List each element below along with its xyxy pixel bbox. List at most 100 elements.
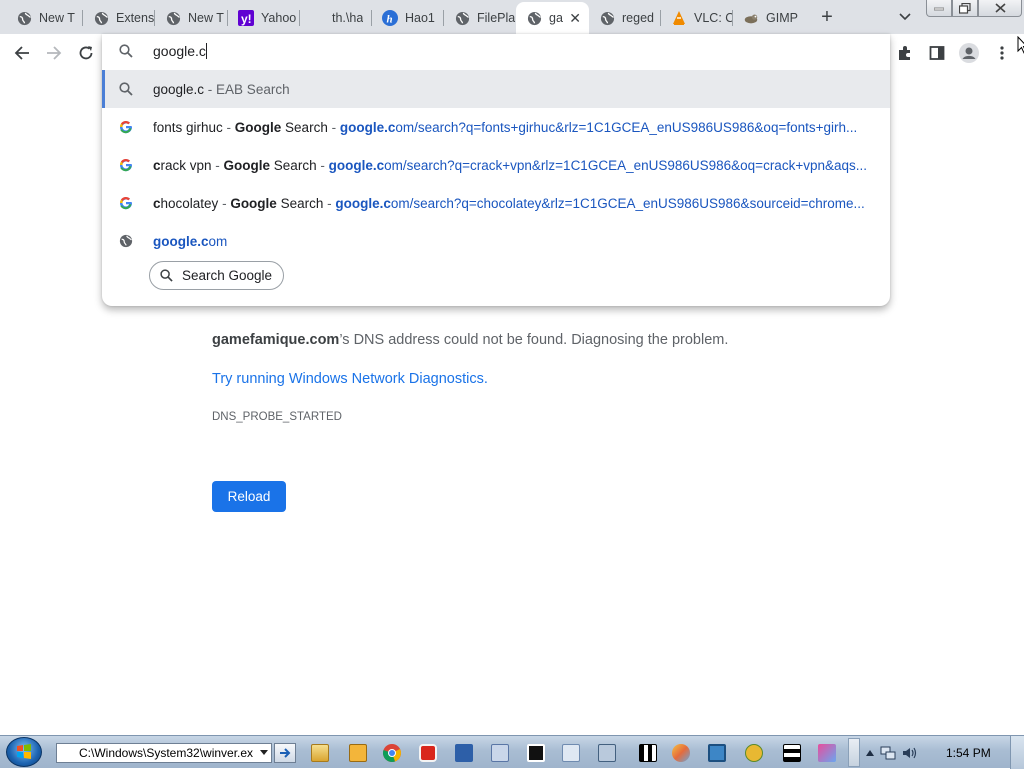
suggestion-query: rack vpn xyxy=(160,157,212,173)
network-icon xyxy=(598,744,616,762)
dropdown-arrow-icon[interactable] xyxy=(260,750,268,755)
new-tab-button[interactable]: + xyxy=(815,6,839,28)
7zip-icon xyxy=(527,744,545,762)
minimize-button[interactable] xyxy=(926,0,952,17)
show-desktop-button[interactable] xyxy=(1010,736,1024,769)
suggestion-separator: - xyxy=(204,81,217,97)
tab-gimp[interactable]: GIMP xyxy=(733,4,805,32)
face-icon xyxy=(745,744,763,762)
suggestion-engine: Google xyxy=(234,119,282,135)
taskbar-app-7zip[interactable] xyxy=(522,740,550,766)
paint-icon xyxy=(672,744,690,762)
powershell-icon xyxy=(455,744,473,762)
tab-extensions[interactable]: Extens xyxy=(83,4,155,32)
tab-title: GIMP xyxy=(766,11,798,25)
tab-search-button[interactable] xyxy=(895,8,915,26)
suggestion-item[interactable]: google.com xyxy=(102,222,890,260)
search-google-label: Search Google xyxy=(182,268,273,283)
google-icon xyxy=(118,157,134,173)
taskbar-app-explorer[interactable] xyxy=(306,740,334,766)
run-address-value: C:\Windows\System32\winver.ex xyxy=(79,746,254,760)
taskbar-app-cube[interactable] xyxy=(813,740,841,766)
taskbar-app-face[interactable] xyxy=(740,740,768,766)
minimize-icon xyxy=(934,7,944,11)
taskbar-clock[interactable]: 1:54 PM xyxy=(946,746,991,760)
windows-logo-icon xyxy=(17,744,31,759)
suggestion-item[interactable]: chocolatey - Google Search - google.com/… xyxy=(102,184,890,222)
suggestion-url-match: google.c xyxy=(339,119,396,135)
font-icon xyxy=(491,744,509,762)
tab-fileplanet[interactable]: FilePla xyxy=(444,4,516,32)
reload-button[interactable]: Reload xyxy=(212,481,286,512)
taskbar-app-media[interactable] xyxy=(344,740,372,766)
suggestion-query: fonts girhuc xyxy=(153,119,223,135)
tab-new-tab-2[interactable]: New T xyxy=(155,4,228,32)
yahoo-icon: y! xyxy=(238,10,254,26)
chevron-up-icon[interactable] xyxy=(866,750,874,756)
back-button[interactable] xyxy=(10,41,34,65)
taskbar-app-network[interactable] xyxy=(593,740,621,766)
tab-local-file[interactable]: th.\ha xyxy=(300,4,372,32)
taskbar-scrollbar[interactable] xyxy=(848,738,860,767)
address-input[interactable]: google.c xyxy=(153,43,207,59)
search-google-button[interactable]: Search Google xyxy=(149,261,285,290)
network-tray-icon[interactable] xyxy=(880,746,896,760)
tab-new-tab-1[interactable]: New T xyxy=(6,4,83,32)
restore-button[interactable] xyxy=(952,0,978,17)
tab-vlc[interactable]: VLC: C xyxy=(661,4,733,32)
suggestion-separator: - xyxy=(323,195,336,211)
side-panel-button[interactable] xyxy=(926,42,948,64)
search-icon xyxy=(160,269,173,282)
run-go-button[interactable] xyxy=(274,743,296,763)
close-icon[interactable]: ✕ xyxy=(569,10,581,26)
tab-active-current[interactable]: ga ✕ xyxy=(516,2,589,34)
run-address-input[interactable]: C:\Windows\System32\winver.ex xyxy=(56,743,272,763)
suggestion-url: om/search?q=crack+vpn&rlz=1C1GCEA_enUS98… xyxy=(384,157,867,173)
taskbar-app-paint[interactable] xyxy=(667,740,695,766)
forward-button[interactable] xyxy=(42,41,66,65)
tab-title: reged xyxy=(622,11,654,25)
error-message: gamefamique.com’s DNS address could not … xyxy=(212,332,728,348)
chrome-icon xyxy=(382,744,401,763)
qr2-icon xyxy=(783,744,801,762)
tab-regedit[interactable]: reged xyxy=(589,4,661,32)
taskbar-app-powershell[interactable] xyxy=(450,740,478,766)
volume-icon[interactable] xyxy=(902,746,918,760)
tab-hao[interactable]: h Hao1 xyxy=(372,4,444,32)
svg-text:h: h xyxy=(387,14,393,26)
tab-title: New T xyxy=(188,11,224,25)
suggestion-item[interactable]: fonts girhuc - Google Search - google.co… xyxy=(102,108,890,146)
suggestion-item[interactable]: google.c - EAB Search xyxy=(102,70,890,108)
taskbar-app-opera[interactable] xyxy=(414,740,442,766)
profile-button[interactable] xyxy=(958,42,980,64)
menu-button[interactable] xyxy=(991,42,1013,64)
reload-toolbar-button[interactable] xyxy=(74,41,98,65)
suggestion-item[interactable]: crack vpn - Google Search - google.com/s… xyxy=(102,146,890,184)
arrow-right-icon xyxy=(280,748,291,758)
gimp-icon xyxy=(743,10,759,26)
text-caret xyxy=(205,43,207,59)
hao-icon: h xyxy=(382,10,398,26)
tab-title: th.\ha xyxy=(332,11,364,25)
taskbar-app-monitor[interactable] xyxy=(703,740,731,766)
error-domain: gamefamique.com xyxy=(212,332,340,348)
network-diagnostics-link[interactable]: Try running Windows Network Diagnostics. xyxy=(212,371,488,387)
taskbar-app-notepad[interactable] xyxy=(557,740,585,766)
tab-yahoo[interactable]: y! Yahoo xyxy=(228,4,300,32)
extensions-button[interactable] xyxy=(894,42,916,64)
error-message-text: ’s DNS address could not be found. Diagn… xyxy=(339,332,729,348)
taskbar-app-qr[interactable] xyxy=(634,740,662,766)
suggestion-match: google.c xyxy=(153,81,205,97)
address-bar[interactable]: google.c xyxy=(102,34,890,70)
tab-title: Hao1 xyxy=(405,11,435,25)
google-icon xyxy=(118,195,134,211)
taskbar-app-chrome[interactable] xyxy=(378,740,406,766)
taskbar-app-fonts[interactable] xyxy=(486,740,514,766)
start-button[interactable] xyxy=(6,737,42,767)
globe-icon xyxy=(16,10,32,26)
taskbar-app-qr2[interactable] xyxy=(778,740,806,766)
omnibox-dropdown: google.c google.c - EAB Search fonts gir… xyxy=(102,34,890,306)
suggestion-engine: Google xyxy=(230,195,277,211)
close-window-button[interactable] xyxy=(978,0,1022,17)
globe-icon xyxy=(454,10,470,26)
